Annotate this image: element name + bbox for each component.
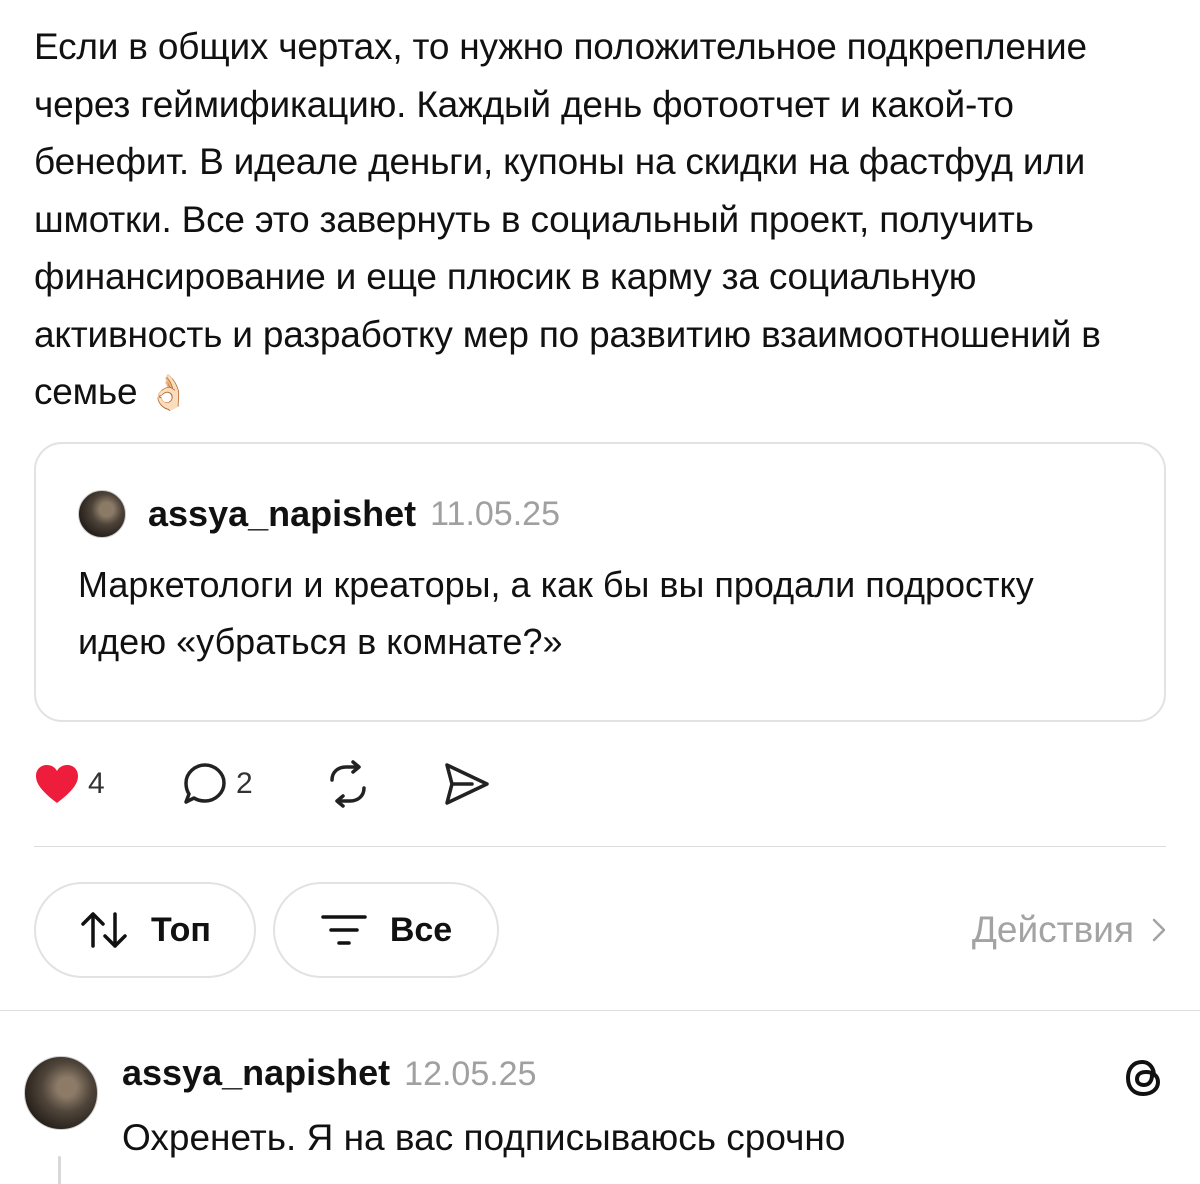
divider (34, 846, 1166, 847)
quoted-post-header: assya_napishet 11.05.25 (78, 490, 560, 538)
threads-logo-icon[interactable] (1120, 1054, 1168, 1102)
thread-page: Если в общих чертах, то нужно положитель… (0, 0, 1200, 1184)
sort-arrows-icon (81, 912, 127, 948)
sort-top-label: Топ (151, 910, 211, 949)
share-button[interactable] (442, 752, 492, 816)
quoted-author-username[interactable]: assya_napishet (148, 493, 416, 535)
reply-count: 2 (236, 767, 253, 800)
comment-author-username[interactable]: assya_napishet (122, 1052, 390, 1094)
like-button[interactable]: 4 (34, 752, 105, 816)
comment-date: 12.05.25 (404, 1055, 537, 1093)
repost-icon (330, 760, 366, 808)
filter-all-button[interactable]: Все (273, 882, 499, 978)
reply-button[interactable]: 2 (182, 752, 253, 816)
heart-icon (36, 765, 78, 803)
comment-icon (184, 763, 226, 804)
comment-author-avatar[interactable] (24, 1056, 98, 1130)
filter-all-label: Все (389, 910, 453, 949)
quoted-post-date: 11.05.25 (430, 494, 560, 533)
sort-top-button[interactable]: Топ (34, 882, 256, 978)
quoted-post-card[interactable]: assya_napishet 11.05.25 Маркетологи и кр… (34, 442, 1166, 722)
section-divider (0, 1010, 1200, 1011)
ok-hand-emoji: 👌🏻 (147, 374, 190, 412)
share-icon (445, 763, 489, 805)
like-count: 4 (88, 767, 105, 800)
chevron-right-icon (1152, 918, 1166, 942)
post-text: Если в общих чертах, то нужно положитель… (34, 26, 1101, 412)
activity-link[interactable]: Действия (972, 902, 1166, 958)
thread-line (58, 1156, 61, 1184)
comment-text: Охренеть. Я на вас подписываюсь срочно (122, 1117, 846, 1158)
post-actions-bar: 4 2 (34, 752, 534, 816)
filter-icon (321, 915, 367, 945)
repost-button[interactable] (324, 752, 372, 816)
quoted-post-text: Маркетологи и креаторы, а как бы вы прод… (78, 564, 1034, 662)
post-body: Если в общих чертах, то нужно положитель… (34, 18, 1174, 423)
activity-label: Действия (971, 909, 1134, 950)
comment-header: assya_napishet 12.05.25 (122, 1052, 537, 1094)
quoted-author-avatar[interactable] (78, 490, 126, 538)
